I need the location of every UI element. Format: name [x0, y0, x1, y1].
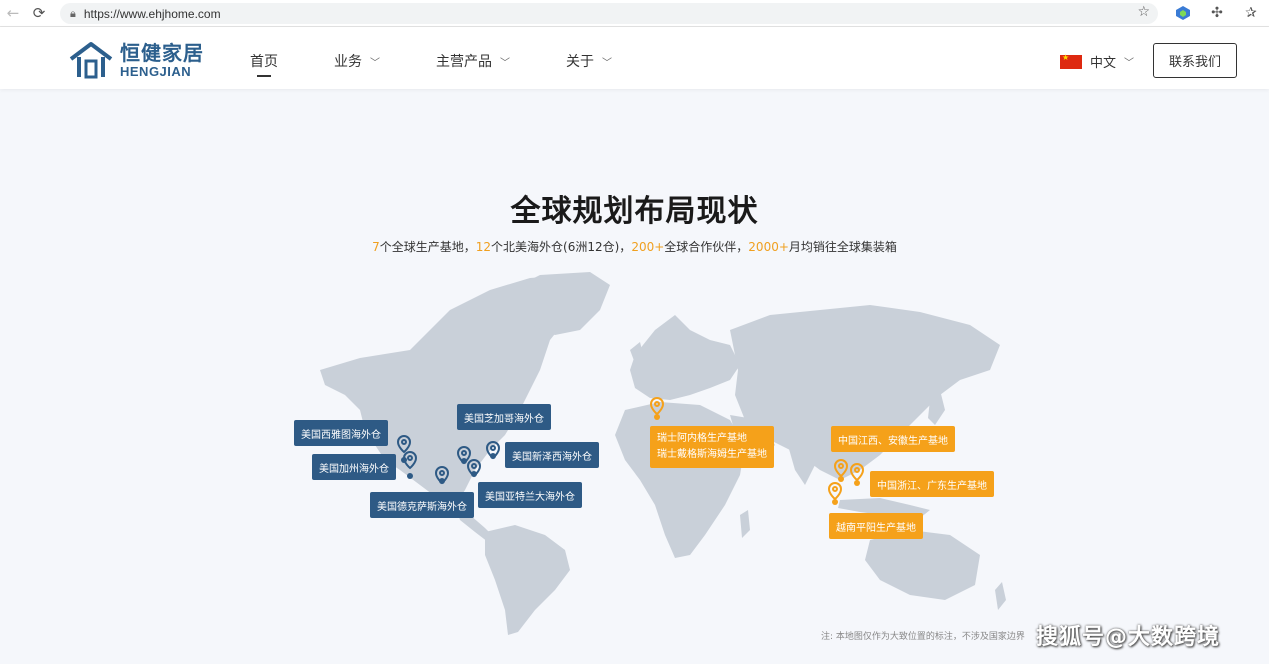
- active-indicator: [257, 75, 271, 77]
- stat-text: 个全球生产基地，: [379, 240, 476, 254]
- language-label: 中文: [1090, 56, 1117, 71]
- nav-home[interactable]: 首页: [250, 51, 278, 77]
- madagascar-shape: [740, 510, 750, 538]
- chevron-down-icon: ﹀: [370, 57, 380, 69]
- house-logo-icon: [69, 42, 113, 79]
- map-note: 注: 本地图仅作为大致位置的标注，不涉及国家边界: [821, 632, 1025, 642]
- label-vietnam: 越南平阳生产基地: [829, 513, 923, 539]
- language-switcher[interactable]: 中文 ﹀: [1060, 52, 1134, 71]
- stat-text: 个北美海外仓(6洲12仓)，: [491, 240, 632, 254]
- star-icon[interactable]: ☆: [1137, 4, 1150, 20]
- site-header: 恒健家居 HENGJIAN 首页 业务 ﹀ 主营产品 ﹀ 关于 ﹀ 中文 ﹀: [0, 27, 1269, 89]
- label-line: 瑞士阿内格生产基地: [657, 433, 747, 444]
- chevron-down-icon: ﹀: [602, 57, 612, 69]
- favorites-icon[interactable]: ✰: [1241, 3, 1261, 23]
- stat-num: 2000+: [748, 240, 789, 254]
- nav-home-label: 首页: [250, 54, 278, 70]
- address-bar[interactable]: 🔒︎ https://www.ehjhome.com ☆: [60, 3, 1158, 24]
- section-title: 全球规划布局现状: [510, 194, 759, 229]
- chevron-down-icon: ﹀: [1124, 58, 1135, 69]
- pin-dot: [490, 453, 496, 459]
- new-zealand-shape: [995, 582, 1006, 610]
- main-nav: 首页 业务 ﹀ 主营产品 ﹀ 关于 ﹀: [250, 51, 612, 77]
- stat-text: 全球合作伙伴，: [664, 240, 749, 254]
- pin-dot: [407, 473, 413, 479]
- china-flag-icon: [1060, 53, 1082, 69]
- label-chicago: 美国芝加哥海外仓: [457, 404, 551, 430]
- extension-icon[interactable]: [1173, 3, 1193, 23]
- label-zhejiang-guangdong: 中国浙江、广东生产基地: [870, 471, 994, 497]
- logo[interactable]: 恒健家居 HENGJIAN: [68, 41, 204, 79]
- logo-cn: 恒健家居: [120, 40, 204, 65]
- australia-shape: [865, 530, 980, 600]
- puzzle-icon[interactable]: ✣: [1207, 3, 1227, 23]
- nav-products-label: 主营产品: [436, 54, 492, 70]
- nav-products[interactable]: 主营产品 ﹀: [436, 51, 510, 71]
- label-new-jersey: 美国新泽西海外仓: [505, 442, 599, 468]
- stats-line: 7个全球生产基地，12个北美海外仓(6洲12仓)，200+全球合作伙伴，2000…: [0, 238, 1269, 255]
- pin-dot: [439, 478, 445, 484]
- pin-dot: [471, 471, 477, 477]
- stat-num: 200+: [631, 240, 665, 254]
- lock-icon: 🔒︎: [70, 6, 76, 20]
- chevron-down-icon: ﹀: [500, 57, 510, 69]
- label-line: 瑞士戴格斯海姆生产基地: [657, 449, 767, 460]
- stat-num: 7: [372, 240, 380, 254]
- pin-dot: [854, 480, 860, 486]
- europe-shape: [630, 315, 740, 400]
- stat-num: 12: [475, 240, 492, 254]
- pin-dot: [461, 458, 467, 464]
- india-shape: [785, 435, 820, 485]
- south-america-shape: [485, 525, 570, 635]
- reload-icon[interactable]: ⟳: [28, 2, 50, 24]
- label-switzerland: 瑞士阿内格生产基地 瑞士戴格斯海姆生产基地: [650, 426, 774, 468]
- label-jiangxi-anhui: 中国江西、安徽生产基地: [831, 426, 955, 452]
- label-seattle: 美国西雅图海外仓: [294, 420, 388, 446]
- contact-us-button[interactable]: 联系我们: [1153, 43, 1237, 78]
- label-california: 美国加州海外仓: [312, 454, 396, 480]
- label-texas: 美国德克萨斯海外仓: [370, 492, 474, 518]
- stat-text: 月均销往全球集装箱: [788, 240, 897, 254]
- nav-business-label: 业务: [334, 54, 362, 70]
- watermark: 搜狐号@大数跨境: [1036, 625, 1221, 650]
- logo-en: HENGJIAN: [120, 63, 192, 79]
- pin-dot: [838, 476, 844, 482]
- label-atlanta: 美国亚特兰大海外仓: [478, 482, 582, 508]
- nav-business[interactable]: 业务 ﹀: [334, 51, 380, 71]
- pin-dot: [401, 457, 407, 463]
- back-icon[interactable]: ←: [2, 2, 24, 24]
- browser-toolbar: ← ⟳ 🔒︎ https://www.ehjhome.com ☆ ✣ ✰: [0, 0, 1269, 27]
- url-text: https://www.ehjhome.com: [83, 6, 221, 21]
- pin-dot: [654, 414, 660, 420]
- nav-about[interactable]: 关于 ﹀: [566, 51, 612, 71]
- pin-dot: [832, 499, 838, 505]
- nav-about-label: 关于: [566, 54, 594, 70]
- map-pin-icon: [827, 482, 843, 501]
